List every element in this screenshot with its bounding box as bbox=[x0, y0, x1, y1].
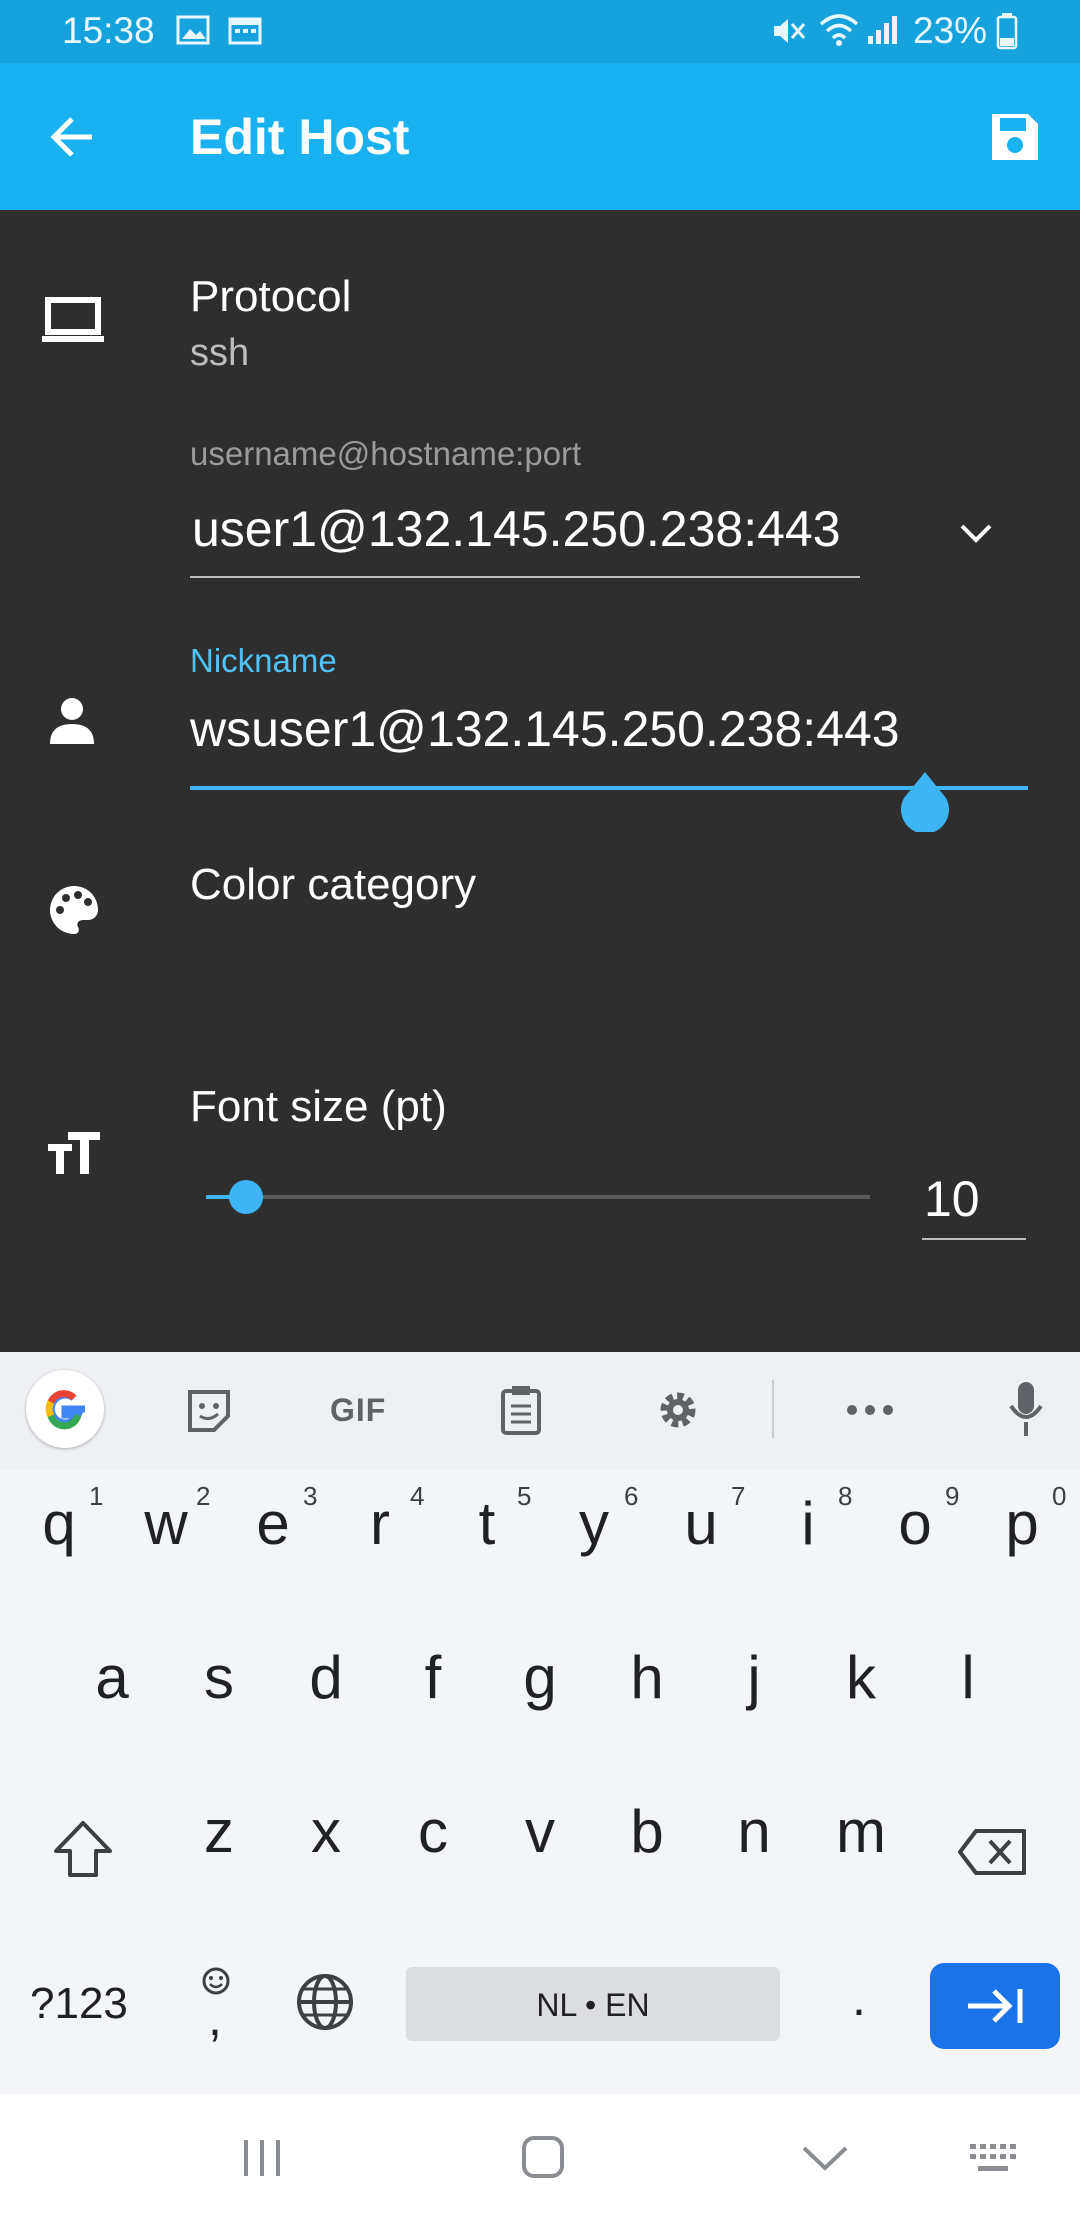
nickname-label: Nickname bbox=[190, 642, 337, 679]
key-p[interactable]: p bbox=[982, 1489, 1062, 1558]
keyboard-switch-icon[interactable] bbox=[968, 2142, 1020, 2176]
key-v[interactable]: v bbox=[500, 1797, 580, 1866]
protocol-label[interactable]: Protocol bbox=[190, 272, 351, 322]
nickname-input-text: wsuser1@132.145.250.238:443 bbox=[190, 701, 900, 757]
sticker-icon[interactable] bbox=[186, 1388, 232, 1434]
key-hint-number: 4 bbox=[410, 1481, 425, 1511]
key-s[interactable]: s bbox=[179, 1643, 259, 1712]
google-g-icon bbox=[45, 1390, 85, 1430]
address-input-text: user1@132.145.250.238:443 bbox=[192, 501, 841, 557]
google-button[interactable] bbox=[26, 1370, 104, 1448]
hide-keyboard-chevron-icon[interactable] bbox=[800, 2144, 850, 2174]
key-y[interactable]: y bbox=[554, 1489, 634, 1558]
key-k[interactable]: k bbox=[821, 1643, 901, 1712]
back-arrow-icon[interactable] bbox=[46, 111, 98, 163]
wifi-icon bbox=[819, 14, 859, 46]
key-l[interactable]: l bbox=[928, 1643, 1008, 1712]
space-bar[interactable]: NL • EN bbox=[406, 1967, 780, 2041]
key-hint-number: 3 bbox=[303, 1481, 318, 1511]
page-title: Edit Host bbox=[190, 109, 410, 165]
text-size-icon bbox=[48, 1132, 100, 1174]
address-hint: username@hostname:port bbox=[190, 435, 582, 472]
key-hint-number: 0 bbox=[1052, 1481, 1067, 1511]
key-hint-number: 8 bbox=[838, 1481, 853, 1511]
key-f[interactable]: f bbox=[393, 1643, 473, 1712]
key-h[interactable]: h bbox=[607, 1643, 687, 1712]
globe-language-icon[interactable] bbox=[296, 1973, 354, 2031]
key-hint-number: 1 bbox=[89, 1481, 104, 1511]
key-m[interactable]: m bbox=[821, 1797, 901, 1866]
key-q[interactable]: q bbox=[19, 1489, 99, 1558]
font-size-slider-thumb[interactable] bbox=[229, 1180, 263, 1214]
key-t[interactable]: t bbox=[447, 1489, 527, 1558]
key-g[interactable]: g bbox=[500, 1643, 580, 1712]
period-key[interactable]: . bbox=[852, 1969, 866, 2027]
key-w[interactable]: w bbox=[126, 1489, 206, 1558]
chevron-down-icon[interactable] bbox=[958, 522, 994, 546]
keyboard-toolbar: GIF bbox=[0, 1352, 1080, 1469]
save-icon[interactable] bbox=[988, 110, 1042, 164]
home-icon[interactable] bbox=[520, 2134, 566, 2180]
key-o[interactable]: o bbox=[875, 1489, 955, 1558]
key-c[interactable]: c bbox=[393, 1797, 473, 1866]
protocol-value[interactable]: ssh bbox=[190, 332, 249, 375]
mute-icon bbox=[774, 19, 806, 43]
key-d[interactable]: d bbox=[286, 1643, 366, 1712]
next-field-key[interactable] bbox=[930, 1963, 1060, 2049]
key-hint-number: 2 bbox=[196, 1481, 211, 1511]
person-icon bbox=[50, 698, 94, 744]
shift-key-icon[interactable] bbox=[52, 1819, 114, 1881]
battery-icon bbox=[996, 13, 1018, 50]
backspace-key-icon[interactable] bbox=[958, 1827, 1028, 1877]
font-size-label: Font size (pt) bbox=[190, 1082, 447, 1131]
recent-apps-icon[interactable] bbox=[240, 2138, 286, 2178]
key-x[interactable]: x bbox=[286, 1797, 366, 1866]
status-bar: 15:38 23% bbox=[0, 0, 1080, 63]
key-hint-number: 5 bbox=[517, 1481, 532, 1511]
settings-gear-icon[interactable] bbox=[654, 1386, 702, 1434]
microphone-icon[interactable] bbox=[1008, 1380, 1044, 1438]
edit-host-form: Protocol ssh username@hostname:port user… bbox=[0, 210, 1080, 1352]
toolbar-divider bbox=[772, 1380, 774, 1438]
key-a[interactable]: a bbox=[72, 1643, 152, 1712]
font-size-value: 10 bbox=[924, 1171, 980, 1227]
palette-icon bbox=[50, 886, 98, 934]
app-bar: Edit Host bbox=[0, 63, 1080, 210]
space-bar-label: NL • EN bbox=[536, 1987, 650, 2023]
more-options-icon[interactable] bbox=[846, 1404, 894, 1416]
clipboard-icon[interactable] bbox=[500, 1384, 542, 1436]
key-j[interactable]: j bbox=[714, 1643, 794, 1712]
battery-percent: 23% bbox=[913, 10, 988, 51]
key-hint-number: 6 bbox=[624, 1481, 639, 1511]
color-category-label[interactable]: Color category bbox=[190, 860, 476, 910]
key-b[interactable]: b bbox=[607, 1797, 687, 1866]
image-notification-icon bbox=[176, 15, 210, 45]
key-i[interactable]: i bbox=[768, 1489, 848, 1558]
calendar-notification-icon bbox=[228, 17, 262, 45]
comma-key[interactable]: , bbox=[208, 1989, 222, 2047]
symbols-key[interactable]: ?123 bbox=[30, 1979, 128, 2029]
address-field[interactable]: user1@132.145.250.238:443 bbox=[190, 490, 860, 578]
font-size-slider-track[interactable] bbox=[206, 1180, 870, 1214]
tab-arrow-icon bbox=[968, 1989, 1023, 2023]
signal-icon bbox=[868, 16, 897, 44]
key-hint-number: 9 bbox=[945, 1481, 960, 1511]
status-time: 15:38 bbox=[62, 10, 155, 51]
text-cursor-handle[interactable] bbox=[898, 770, 952, 832]
key-e[interactable]: e bbox=[233, 1489, 313, 1558]
font-size-input[interactable]: 10 bbox=[922, 1170, 1026, 1240]
system-nav-bar bbox=[0, 2094, 1080, 2220]
key-z[interactable]: z bbox=[179, 1797, 259, 1866]
gif-button[interactable]: GIF bbox=[330, 1392, 386, 1429]
key-r[interactable]: r bbox=[340, 1489, 420, 1558]
key-u[interactable]: u bbox=[661, 1489, 741, 1558]
key-n[interactable]: n bbox=[714, 1797, 794, 1866]
laptop-icon bbox=[42, 297, 104, 342]
key-hint-number: 7 bbox=[731, 1481, 746, 1511]
keyboard: q1w2e3r4t5y6u7i8o9p0 asdfghjkl zxcvbnm ?… bbox=[0, 1469, 1080, 2094]
